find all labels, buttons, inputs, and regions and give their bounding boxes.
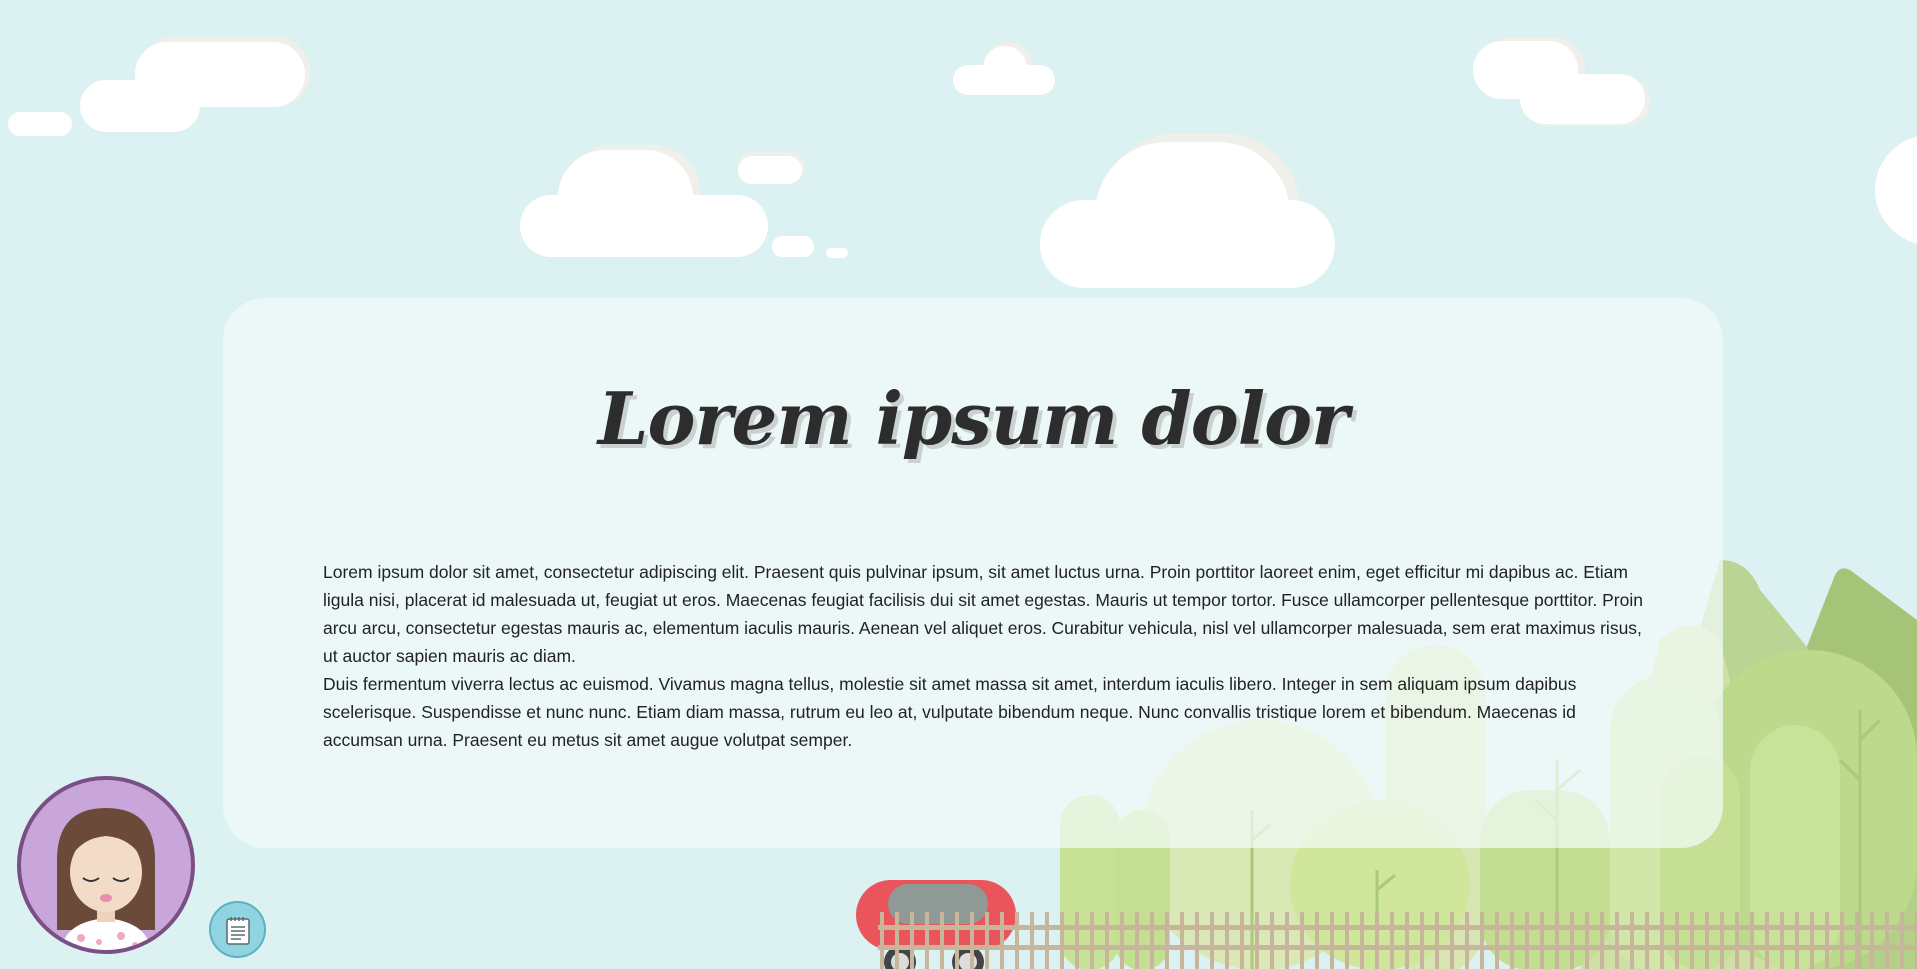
- fence-post: [1465, 912, 1469, 969]
- fence-post: [1435, 912, 1439, 969]
- cloud-cluster-left: [8, 37, 310, 136]
- fence-post: [1690, 912, 1694, 969]
- body-text: Lorem ipsum dolor sit amet, consectetur …: [323, 558, 1648, 754]
- fence-post: [1375, 912, 1379, 969]
- cloud-center-big: [1040, 134, 1335, 288]
- fence-post: [1420, 912, 1424, 969]
- fence-post: [1810, 912, 1814, 969]
- fence-post: [1750, 912, 1754, 969]
- fence-post: [1735, 912, 1739, 969]
- fence-post: [1855, 912, 1859, 969]
- fence-post: [1495, 912, 1499, 969]
- cloud-center-left: [520, 145, 848, 258]
- fence-post: [1885, 912, 1889, 969]
- fence-post: [1645, 912, 1649, 969]
- fence-post: [1255, 912, 1259, 969]
- fence-post: [1330, 912, 1334, 969]
- fence-post: [1270, 912, 1274, 969]
- fence-post: [925, 912, 929, 969]
- fence-post: [1795, 912, 1799, 969]
- fence-post: [1450, 912, 1454, 969]
- fence-post: [1555, 912, 1559, 969]
- paragraph: Duis fermentum viverra lectus ac euismod…: [323, 674, 1577, 750]
- paragraph: Lorem ipsum dolor sit amet, consectetur …: [323, 562, 1643, 666]
- girl-avatar-icon: [57, 808, 155, 950]
- fence-post: [1000, 912, 1004, 969]
- fence-post: [1075, 912, 1079, 969]
- fence-post: [1540, 912, 1544, 969]
- fence-post: [1525, 912, 1529, 969]
- fence-post: [1030, 912, 1034, 969]
- fence-post: [1600, 912, 1604, 969]
- fence-post: [1225, 912, 1229, 969]
- fence-post: [1705, 912, 1709, 969]
- fence-post: [1480, 912, 1484, 969]
- fence-post: [1165, 912, 1169, 969]
- fence-post: [1120, 912, 1124, 969]
- fence-post: [1840, 912, 1844, 969]
- cloud-edge-right: [1875, 136, 1917, 244]
- fence-post: [1150, 912, 1154, 969]
- fence-post: [970, 912, 974, 969]
- fence-post: [1345, 912, 1349, 969]
- fence-post: [1615, 912, 1619, 969]
- fence-post: [1210, 912, 1214, 969]
- fence-post: [1015, 912, 1019, 969]
- fence-post: [1390, 912, 1394, 969]
- fence-post: [1765, 912, 1769, 969]
- fence-post: [1090, 912, 1094, 969]
- fence-post: [895, 912, 899, 969]
- content-card: Lorem ipsum dolor Lorem ipsum dolor sit …: [223, 298, 1723, 848]
- fence-post: [955, 912, 959, 969]
- cloud-small-top: [953, 42, 1055, 95]
- fence-post: [1060, 912, 1064, 969]
- fence-post: [1570, 912, 1574, 969]
- fence-post: [1180, 912, 1184, 969]
- avatar[interactable]: [17, 776, 195, 954]
- fence-post: [1405, 912, 1409, 969]
- fence-post: [1360, 912, 1364, 969]
- fence-post: [1630, 912, 1634, 969]
- fence-post: [1675, 912, 1679, 969]
- fence-post: [1300, 912, 1304, 969]
- fence-post: [910, 912, 914, 969]
- fence-post: [1900, 912, 1904, 969]
- cloud-cluster-right: [1473, 38, 1650, 126]
- fence-post: [1585, 912, 1589, 969]
- fence-post: [1660, 912, 1664, 969]
- notepad-icon: [225, 916, 250, 945]
- fence-post: [1135, 912, 1139, 969]
- fence-post: [1825, 912, 1829, 969]
- fence-post: [1510, 912, 1514, 969]
- fence-post: [1240, 912, 1244, 969]
- fence-post: [1195, 912, 1199, 969]
- fence-post: [1045, 912, 1049, 969]
- fence-post: [880, 912, 884, 969]
- fence-post: [1315, 912, 1319, 969]
- fence-post: [1780, 912, 1784, 969]
- page-title: Lorem ipsum dolor: [597, 376, 1349, 461]
- landing-scene: Lorem ipsum dolor Lorem ipsum dolor sit …: [0, 0, 1917, 969]
- notes-button[interactable]: [209, 901, 266, 958]
- fence-post: [1720, 912, 1724, 969]
- fence-post: [985, 912, 989, 969]
- fence-post: [1870, 912, 1874, 969]
- fence-post: [1285, 912, 1289, 969]
- fence-post: [1105, 912, 1109, 969]
- fence-post: [940, 912, 944, 969]
